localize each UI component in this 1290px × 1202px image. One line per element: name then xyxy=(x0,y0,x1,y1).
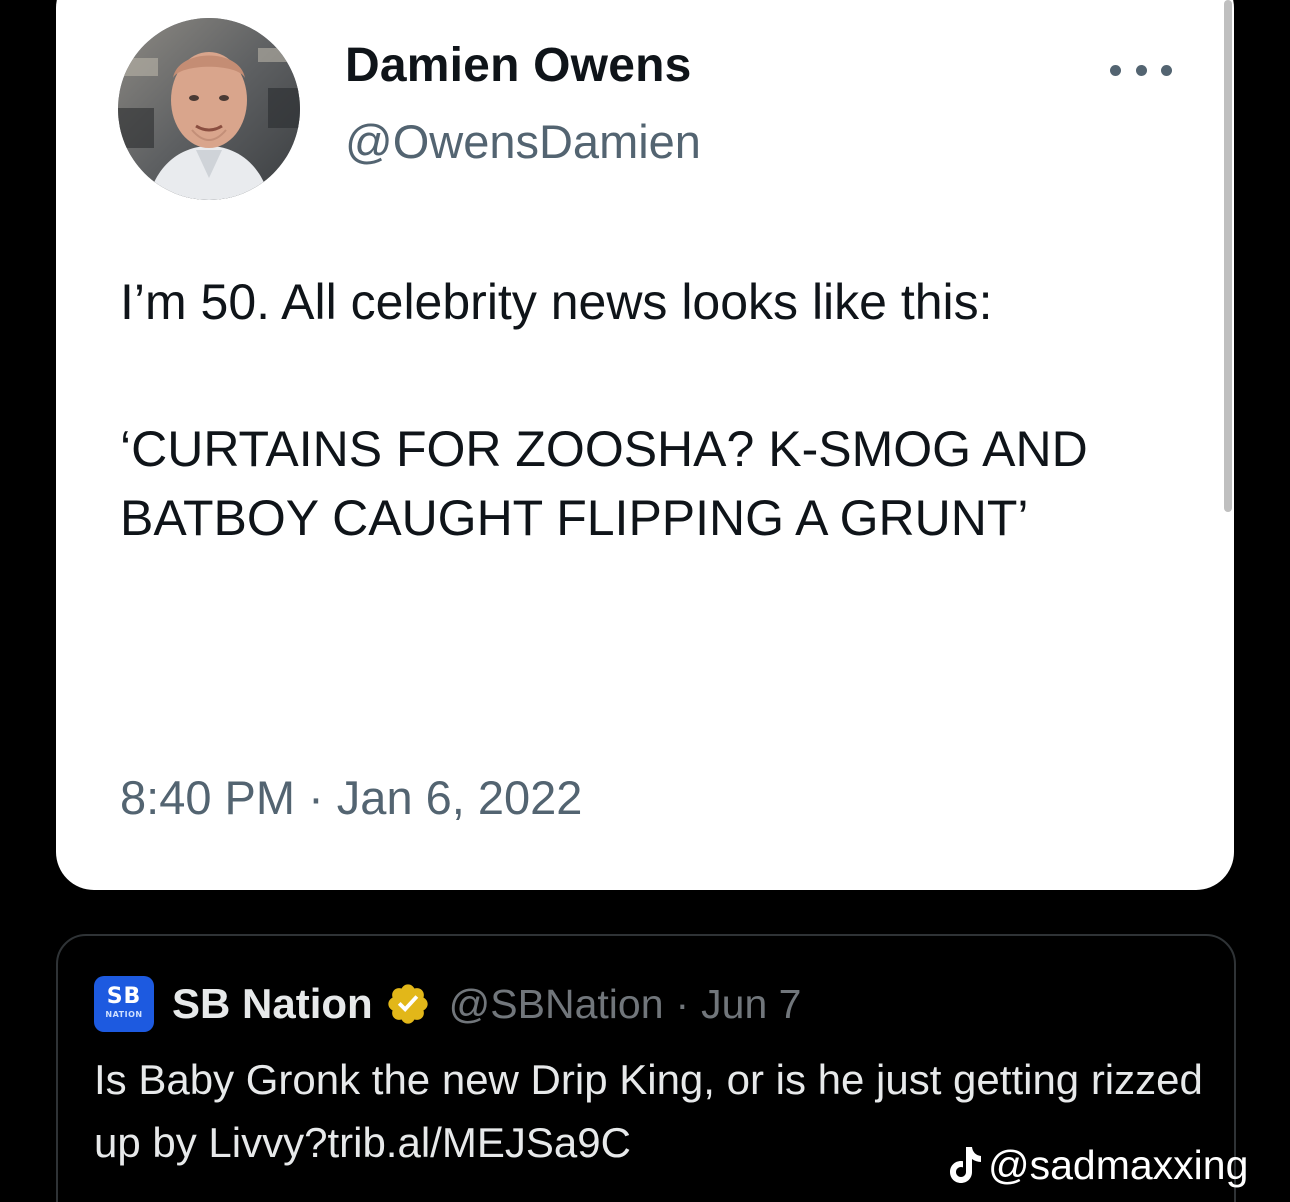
tweet-text-headline: ‘CURTAINS FOR ZOOSHA? K-SMOG AND BATBOY … xyxy=(120,421,1088,546)
scrollbar[interactable] xyxy=(1224,0,1232,512)
sb-nation-logo[interactable]: SB NATION xyxy=(94,976,154,1032)
more-dot xyxy=(1135,64,1147,76)
more-dot xyxy=(1110,64,1121,76)
sb-logo-text: SB xyxy=(106,984,142,1009)
author-handle[interactable]: @OwensDamien xyxy=(345,114,701,169)
verified-badge-icon xyxy=(388,984,428,1024)
quoted-author-name[interactable]: SB Nation xyxy=(172,980,373,1028)
watermark-handle: @sadmaxxing xyxy=(988,1141,1249,1188)
screenshot-stage: Damien Owens @OwensDamien I’m 50. All ce… xyxy=(0,0,1290,1202)
author-name[interactable]: Damien Owens xyxy=(345,38,692,93)
more-horizontal-icon[interactable] xyxy=(1110,60,1172,80)
quoted-author-handle[interactable]: @SBNation xyxy=(449,981,664,1028)
tiktok-icon xyxy=(950,1147,981,1183)
tweet-timestamp[interactable]: 8:40 PM · Jan 6, 2022 xyxy=(120,770,582,825)
sb-logo-subtext: NATION xyxy=(105,1010,143,1019)
quoted-tweet-header: SB NATION SB Nation @SBNation · Jun 7 xyxy=(94,976,801,1032)
watermark: @sadmaxxing xyxy=(948,1138,1248,1192)
tweet-card[interactable]: Damien Owens @OwensDamien I’m 50. All ce… xyxy=(56,0,1234,890)
avatar-photo xyxy=(118,18,300,200)
quoted-tweet-date[interactable]: Jun 7 xyxy=(701,981,801,1028)
tweet-text: I’m 50. All celebrity news looks like th… xyxy=(120,268,1200,553)
meta-separator: · xyxy=(675,980,690,1027)
tweet-text-intro: I’m 50. All celebrity news looks like th… xyxy=(120,274,993,330)
more-dot xyxy=(1161,64,1172,76)
avatar[interactable] xyxy=(118,18,300,200)
